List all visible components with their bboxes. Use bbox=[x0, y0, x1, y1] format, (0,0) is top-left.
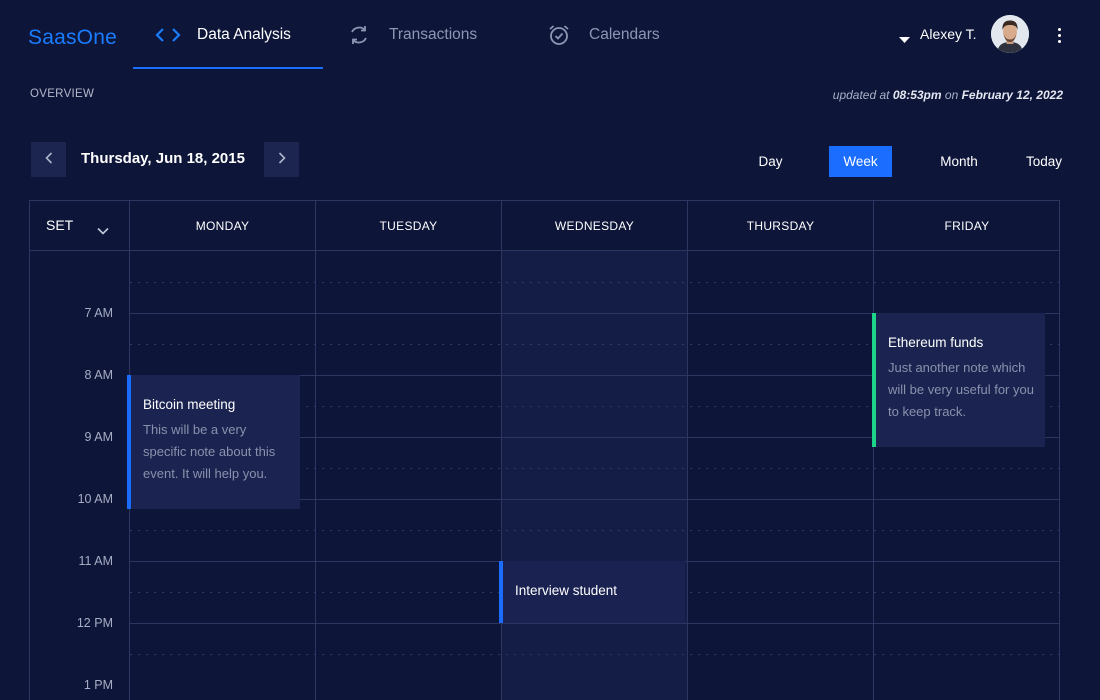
hour-label: 8 AM bbox=[84, 368, 114, 382]
overview-label: OVERVIEW bbox=[30, 88, 95, 100]
day-header-monday: MONDAY bbox=[130, 201, 316, 251]
event-note: Just another note which will be very use… bbox=[888, 360, 1034, 419]
day-header-thursday: THURSDAY bbox=[688, 201, 874, 251]
updated-time: 08:53pm bbox=[892, 88, 942, 102]
chevron-down-icon bbox=[97, 222, 109, 240]
chevron-left-icon bbox=[44, 151, 53, 169]
event-color-bar bbox=[127, 375, 131, 509]
half-hour-line bbox=[130, 282, 1060, 283]
updated-on: on bbox=[944, 88, 959, 102]
set-dropdown[interactable]: SET bbox=[30, 201, 130, 251]
calendar-header: SET MONDAY TUESDAY WEDNESDAY THURSDAY FR… bbox=[30, 201, 1060, 251]
day-header-friday: FRIDAY bbox=[944, 219, 990, 233]
day-header-tuesday: TUESDAY bbox=[316, 201, 502, 251]
tab-label: Data Analysis bbox=[197, 26, 291, 43]
highlighted-day-column bbox=[502, 251, 687, 700]
event-color-bar bbox=[872, 313, 876, 447]
view-month-button[interactable]: Month bbox=[930, 146, 988, 177]
hour-label: 1 PM bbox=[83, 678, 113, 692]
tab-data-analysis[interactable]: Data Analysis bbox=[155, 0, 291, 70]
alarm-clock-icon bbox=[548, 24, 570, 46]
hour-label: 7 AM bbox=[84, 306, 114, 320]
last-updated: updated at 08:53pm on February 12, 2022 bbox=[833, 88, 1063, 102]
code-brackets-icon bbox=[155, 27, 181, 43]
event-interview-student[interactable]: Interview student bbox=[499, 561, 685, 623]
event-title: Ethereum funds bbox=[888, 335, 984, 350]
previous-date-button[interactable] bbox=[31, 142, 66, 177]
brand-logo[interactable]: SaasOne bbox=[28, 26, 117, 50]
view-week-button[interactable]: Week bbox=[829, 146, 892, 177]
tab-calendars[interactable]: Calendars bbox=[548, 0, 660, 70]
event-note: This will be a very specific note about … bbox=[143, 422, 276, 481]
hour-label: 10 AM bbox=[77, 492, 113, 506]
chevron-right-icon bbox=[278, 151, 286, 169]
event-ethereum-funds[interactable]: Ethereum funds Just another note which w… bbox=[872, 313, 1045, 447]
refresh-icon bbox=[348, 24, 370, 46]
updated-prefix: updated at bbox=[832, 88, 890, 102]
current-date: Thursday, Jun 18, 2015 bbox=[81, 150, 245, 167]
week-calendar: SET MONDAY TUESDAY WEDNESDAY THURSDAY FR… bbox=[29, 200, 1060, 700]
tab-label: Transactions bbox=[389, 26, 478, 43]
hour-label: 11 AM bbox=[78, 554, 113, 568]
hour-label: 12 PM bbox=[76, 616, 113, 630]
hour-line bbox=[130, 623, 1060, 624]
event-color-bar bbox=[499, 561, 503, 623]
active-tab-indicator bbox=[133, 67, 323, 69]
grid-column-line bbox=[687, 251, 688, 700]
caret-down-icon[interactable] bbox=[899, 31, 910, 49]
hour-label: 9 AM bbox=[84, 430, 114, 444]
tab-transactions[interactable]: Transactions bbox=[348, 0, 477, 70]
set-label: SET bbox=[46, 217, 74, 233]
event-bitcoin-meeting[interactable]: Bitcoin meeting This will be a very spec… bbox=[127, 375, 300, 509]
next-date-button[interactable] bbox=[264, 142, 299, 177]
updated-date: February 12, 2022 bbox=[961, 88, 1063, 102]
grid-column-line bbox=[501, 251, 502, 700]
top-navigation: SaasOne Data Analysis Transactions Calen… bbox=[0, 0, 1100, 70]
today-button[interactable]: Today bbox=[1020, 146, 1068, 177]
more-options-icon[interactable] bbox=[1052, 26, 1066, 44]
event-title: Interview student bbox=[515, 583, 618, 598]
view-day-button[interactable]: Day bbox=[748, 146, 793, 177]
event-title: Bitcoin meeting bbox=[143, 397, 236, 412]
grid-column-line bbox=[315, 251, 316, 700]
day-header-wednesday: WEDNESDAY bbox=[502, 201, 688, 251]
tab-label: Calendars bbox=[589, 26, 660, 43]
user-name[interactable]: Alexey T. bbox=[920, 26, 977, 42]
half-hour-line bbox=[130, 530, 1060, 531]
half-hour-line bbox=[130, 654, 1060, 655]
avatar[interactable] bbox=[991, 15, 1029, 53]
